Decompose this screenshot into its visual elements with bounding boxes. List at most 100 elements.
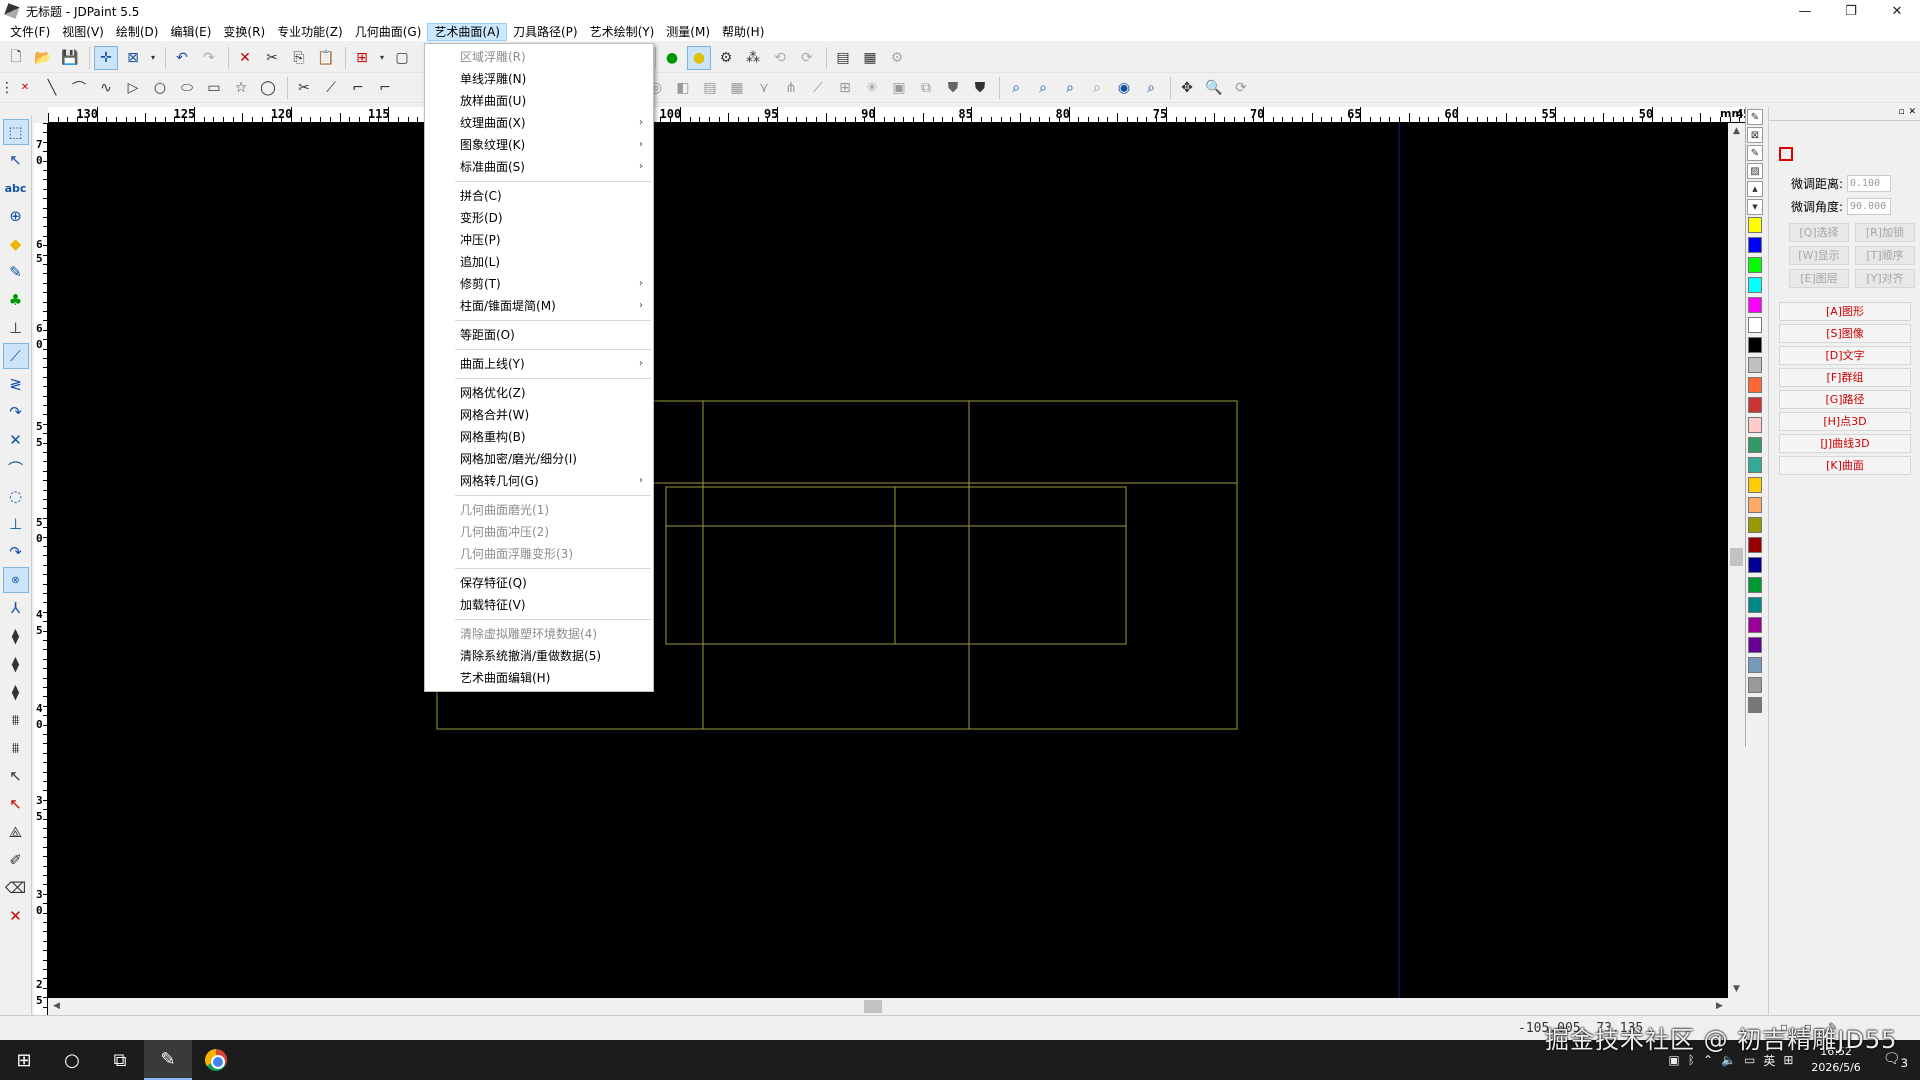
scroll-down-palette-icon[interactable]: ▼ [1747, 199, 1763, 215]
group-button[interactable]: [F]群组 [1779, 368, 1911, 387]
color-swatch[interactable] [1748, 617, 1762, 633]
menu-professional[interactable]: 专业功能(Z) [271, 23, 349, 41]
tray-app-icon[interactable]: ▣ [1668, 1053, 1679, 1067]
network-icon[interactable]: ▭ [1744, 1053, 1755, 1067]
nodes-icon[interactable]: ⁂ [741, 46, 765, 70]
fine-angle-input[interactable]: 90.000 [1847, 198, 1891, 215]
menu-item[interactable]: 修剪(T) › [425, 273, 653, 295]
vertical-scroll-thumb[interactable] [1730, 548, 1743, 566]
scroll-up-icon[interactable]: ▲ [1728, 123, 1745, 140]
extend-icon[interactable]: ⟋ [319, 76, 343, 100]
path-button[interactable]: [G]路径 [1779, 390, 1911, 409]
cross-tool-icon[interactable]: ✕ [3, 427, 29, 453]
grid-insert-icon[interactable]: ⊞ [350, 46, 374, 70]
color-swatch[interactable] [1748, 497, 1762, 513]
color-swatch[interactable] [1748, 597, 1762, 613]
rotate-tool-icon[interactable]: ⊕ [3, 203, 29, 229]
tool-m-icon[interactable]: ⧉ [914, 76, 938, 100]
color-swatch[interactable] [1748, 217, 1762, 233]
scroll-up-palette-icon[interactable]: ▲ [1747, 181, 1763, 197]
menu-draw[interactable]: 绘制(D) [110, 23, 165, 41]
menu-item[interactable]: 冲压(P) [425, 229, 653, 251]
curve3d-button[interactable]: [J]曲线3D [1779, 434, 1911, 453]
menu-item[interactable]: 清除系统撤消/重做数据(5) [425, 645, 653, 667]
menu-help[interactable]: 帮助(H) [716, 23, 770, 41]
curve-tool-icon[interactable]: ↷ [3, 399, 29, 425]
vertical-scrollbar[interactable]: ▲ ▼ [1728, 123, 1745, 998]
color-swatch[interactable] [1748, 397, 1762, 413]
offset-tool-icon[interactable]: ≷ [3, 371, 29, 397]
menu-item[interactable]: 曲面上线(Y) › [425, 353, 653, 375]
settings-icon[interactable]: ⚙ [885, 46, 909, 70]
zoom-all-icon[interactable]: ⌕ [1139, 76, 1163, 100]
color-swatch[interactable] [1748, 277, 1762, 293]
point3d-button[interactable]: [H]点3D [1779, 412, 1911, 431]
restore-button[interactable]: ❐ [1828, 0, 1874, 22]
text-button[interactable]: [D]文字 [1779, 346, 1911, 365]
tool-h-icon[interactable]: ⋔ [779, 76, 803, 100]
hidden-tool-icon[interactable]: ▢ [390, 46, 414, 70]
hatch-c-icon[interactable]: ⧫ [3, 679, 29, 705]
tangent-tool-icon[interactable]: ↷ [3, 539, 29, 565]
graphic-button[interactable]: [A]图形 [1779, 302, 1911, 321]
windows-start-icon[interactable]: ⊞ [0, 1040, 48, 1080]
tray-chevron-icon[interactable]: ⌃ [1703, 1053, 1713, 1067]
zoom-out-icon[interactable]: ⌕ [1058, 76, 1082, 100]
spline-icon[interactable]: ∿ [94, 76, 118, 100]
table-icon[interactable]: ▦ [858, 46, 882, 70]
color-swatch[interactable] [1748, 337, 1762, 353]
menu-item[interactable]: 柱面/锥面堤简(M) › [425, 295, 653, 317]
menu-item[interactable]: 追加(L) [425, 251, 653, 273]
eyedropper-icon[interactable]: ✎ [1747, 109, 1763, 125]
rotate-icon[interactable]: ⟲ [768, 46, 792, 70]
close-button[interactable]: ✕ [1874, 0, 1920, 22]
color-swatch[interactable] [1748, 697, 1762, 713]
color-swatch[interactable] [1748, 477, 1762, 493]
volume-icon[interactable]: 🔈 [1721, 1053, 1736, 1067]
open-folder-icon[interactable]: 📂 [31, 46, 55, 70]
menu-view[interactable]: 视图(V) [56, 23, 110, 41]
layer-tool-icon[interactable]: ⩩ [3, 707, 29, 733]
eraser-tool-icon[interactable]: ⌫ [3, 875, 29, 901]
color-swatch[interactable] [1748, 297, 1762, 313]
dropdown-arrow-icon[interactable]: ▾ [377, 46, 387, 70]
task-view-icon[interactable]: ⧉ [96, 1040, 144, 1080]
pick-tool-icon[interactable]: ↖ [3, 763, 29, 789]
menu-item[interactable]: 网格转几何(G) › [425, 470, 653, 492]
shield-dark-icon[interactable]: ⛊ [968, 76, 992, 100]
ellipse-icon[interactable]: ⬭ [175, 76, 199, 100]
layers-icon[interactable]: ▤ [831, 46, 855, 70]
jdpaint-taskbar-icon[interactable]: ✎ [144, 1040, 192, 1080]
drawing-canvas[interactable] [48, 123, 1728, 998]
paste-icon[interactable]: 📋 [314, 46, 338, 70]
pan-icon[interactable]: ✥ [1175, 76, 1199, 100]
color-swatch[interactable] [1748, 257, 1762, 273]
panel-pin-icon[interactable]: ▫ [1898, 107, 1904, 120]
chrome-taskbar-icon[interactable] [192, 1040, 240, 1080]
hatch-color-icon[interactable]: ▨ [1747, 163, 1763, 179]
select-box-icon[interactable]: ⊠ [121, 46, 145, 70]
menu-item[interactable]: 放样曲面(U) [425, 90, 653, 112]
menu-transform[interactable]: 变换(R) [217, 23, 271, 41]
light-bulb-icon[interactable]: ● [687, 45, 711, 70]
trim-icon[interactable]: ✂ [292, 76, 316, 100]
chamfer-icon[interactable]: ⌐ [373, 76, 397, 100]
save-icon[interactable]: 💾 [58, 46, 82, 70]
green-bulb-icon[interactable]: ● [660, 46, 684, 70]
point-icon[interactable]: ✕ [13, 76, 37, 100]
color-swatch[interactable] [1748, 637, 1762, 653]
align-tool-icon[interactable]: ⊥ [3, 315, 29, 341]
zoom-window-icon[interactable]: ⌕ [1004, 76, 1028, 100]
remove-pick-icon[interactable]: ↖ [3, 791, 29, 817]
arc-icon[interactable]: ⌒ [67, 76, 91, 100]
refresh-icon[interactable]: ⟳ [1229, 76, 1253, 100]
color-swatch[interactable] [1748, 417, 1762, 433]
color-swatch[interactable] [1748, 437, 1762, 453]
horizontal-scrollbar[interactable]: ◀ ▶ [48, 998, 1728, 1015]
tool-k-icon[interactable]: ✳ [860, 76, 884, 100]
line-tool-icon[interactable]: ⟋ [2, 343, 29, 369]
tool-e-icon[interactable]: ▤ [698, 76, 722, 100]
fill-tool-icon[interactable]: ◆ [3, 231, 29, 257]
crosshair-snap-icon[interactable]: ✛ [94, 45, 118, 70]
color-swatch[interactable] [1748, 317, 1762, 333]
